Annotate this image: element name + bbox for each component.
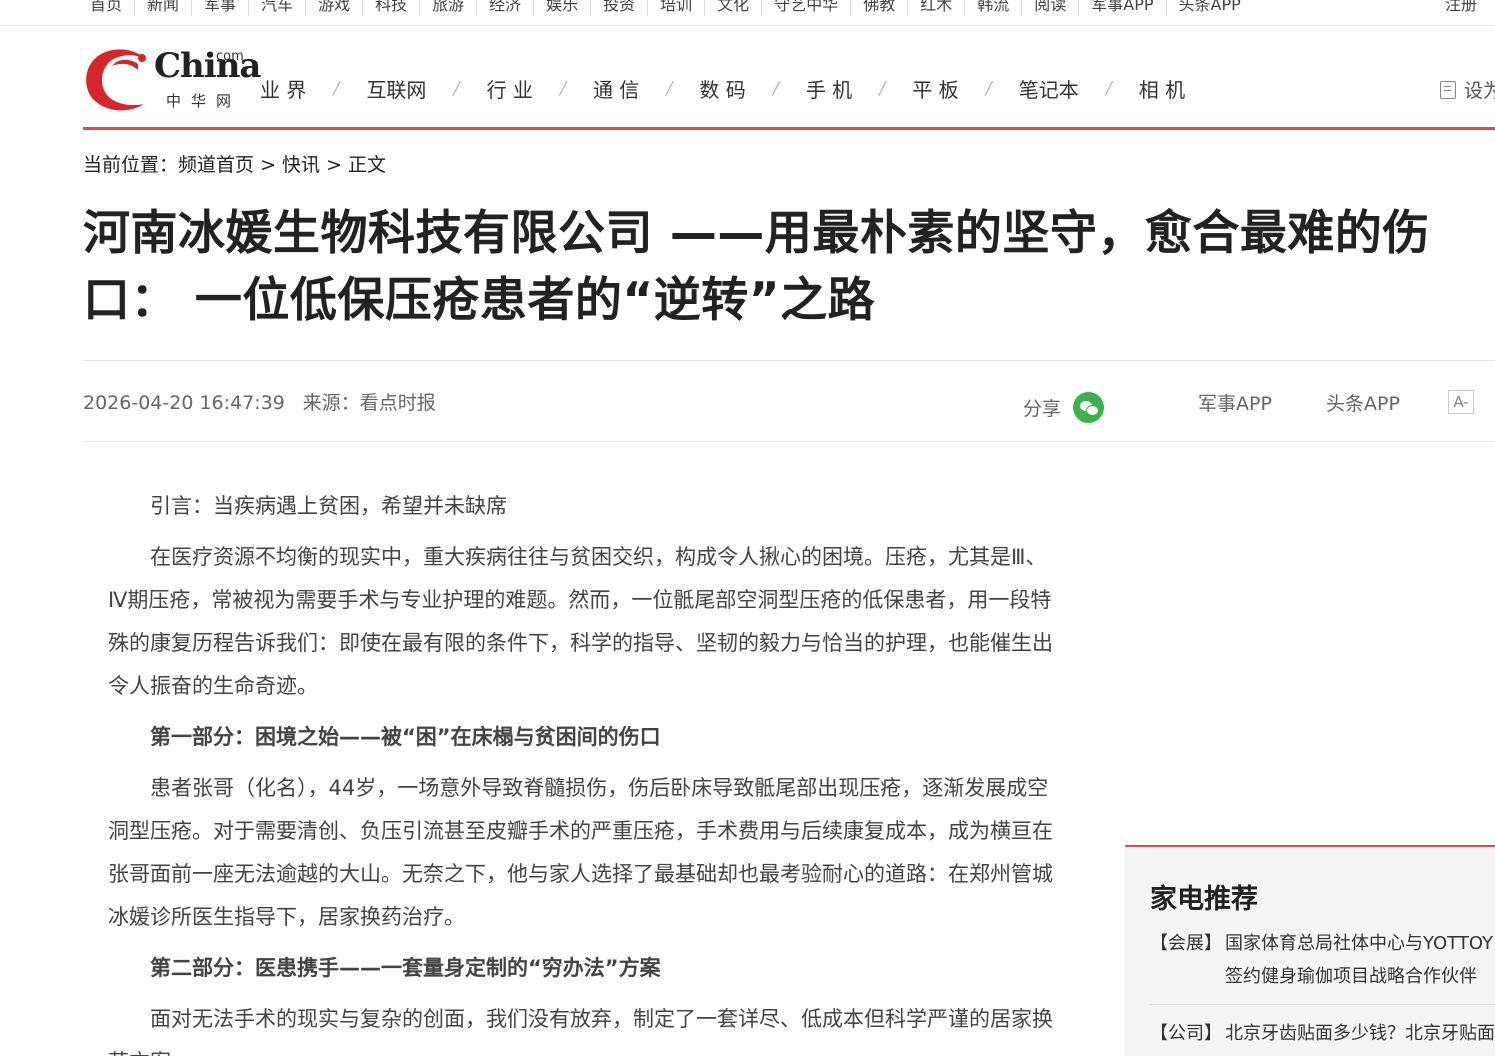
- article-paragraph: 患者张哥（化名），44岁，一场意外导致脊髓损伤，伤后卧床导致骶尾部出现压疮，逐渐…: [108, 776, 1053, 929]
- nav-separator: /: [453, 78, 460, 99]
- share-label: 分享: [1023, 398, 1062, 420]
- nav-separator: /: [985, 78, 992, 99]
- logo-com-text: com: [216, 49, 244, 64]
- main-nav-item[interactable]: 平 板: [912, 74, 958, 103]
- article-meta: 2026-04-20 16:47:39 来源：看点时报: [83, 388, 436, 415]
- logo-swoosh-icon: [86, 49, 146, 111]
- title-divider: [83, 360, 1495, 361]
- top-nav-item[interactable]: 首页: [74, 0, 134, 16]
- nav-separator: /: [1105, 78, 1112, 99]
- top-nav-item[interactable]: 佛教: [850, 0, 907, 16]
- wechat-icon[interactable]: [1073, 392, 1105, 423]
- article-section-heading: 第二部分：医患携手——一套量身定制的“穷办法”方案: [150, 956, 661, 980]
- breadcrumb-section-link[interactable]: 快讯: [282, 154, 320, 176]
- top-nav-item[interactable]: 旅游: [419, 0, 476, 16]
- top-nav-item[interactable]: 科技: [362, 0, 419, 16]
- top-nav-item[interactable]: 游戏: [305, 0, 362, 16]
- register-link[interactable]: 注册: [1445, 0, 1477, 16]
- sidebar-recommend: 家电推荐 【会展】 国家体育总局社体中心与YOTTOY签约健身瑜伽项目战略合作伙…: [1125, 845, 1495, 1056]
- main-nav-item[interactable]: 手 机: [806, 74, 852, 103]
- article-paragraph: 引言：当疾病遇上贫困，希望并未缺席: [150, 494, 507, 518]
- main-nav-item[interactable]: 行 业: [487, 74, 533, 103]
- main-nav-item[interactable]: 通 信: [593, 74, 639, 103]
- top-nav-item[interactable]: 韩流: [964, 0, 1021, 16]
- article-source: 来源：看点时报: [302, 392, 436, 414]
- sidebar-divider: [1150, 1004, 1495, 1005]
- top-nav-bar: 首页 新闻 军事 汽车 游戏 科技 旅游 经济 娱乐 投资 培训 文化 守艺中华 佛教 红木 韩流 阅读 军事AP…: [0, 0, 1495, 26]
- sidebar-title: 家电推荐: [1150, 884, 1258, 915]
- main-nav-item[interactable]: 笔记本: [1019, 74, 1079, 103]
- article-datetime: 2026-04-20 16:47:39: [83, 392, 285, 414]
- breadcrumb-home-link[interactable]: 频道首页: [178, 154, 254, 176]
- site-logo[interactable]: China com 中华网: [82, 44, 261, 114]
- nav-separator: /: [333, 78, 340, 99]
- header-divider: [83, 127, 1495, 130]
- breadcrumb-current: 正文: [348, 154, 387, 176]
- top-nav-item[interactable]: 头条APP: [1165, 0, 1253, 16]
- breadcrumb-prefix: 当前位置：: [83, 154, 179, 176]
- nav-separator: /: [666, 78, 673, 99]
- top-nav-item[interactable]: 阅读: [1021, 0, 1078, 16]
- bookmark-icon: [1440, 80, 1456, 99]
- sidebar-entry-tag: 【公司】: [1150, 1023, 1222, 1044]
- sidebar-entry-link[interactable]: 北京牙齿贴面多少钱？北京牙贴面选: [1225, 1023, 1495, 1044]
- top-nav-item[interactable]: 文化: [704, 0, 761, 16]
- main-nav-item[interactable]: 相 机: [1139, 74, 1185, 103]
- meta-divider: [83, 441, 1495, 442]
- article-paragraph: 在医疗资源不均衡的现实中，重大疾病往往与贫困交织，构成令人揪心的困境。压疮，尤其…: [108, 545, 1053, 698]
- article-body: 引言：当疾病遇上贫困，希望并未缺席在医疗资源不均衡的现实中，重大疾病往往与贫困交…: [108, 485, 1060, 1056]
- breadcrumb-sep: >: [320, 154, 349, 176]
- breadcrumb: 当前位置：频道首页 > 快讯 > 正文: [83, 150, 386, 177]
- top-nav-item[interactable]: 投资: [590, 0, 647, 16]
- sidebar-entry[interactable]: 【公司】 北京牙齿贴面多少钱？北京牙贴面选: [1150, 1017, 1495, 1050]
- breadcrumb-sep: >: [254, 154, 283, 176]
- set-homepage-link[interactable]: 设为: [1440, 76, 1495, 103]
- top-nav-items: 首页 新闻 军事 汽车 游戏 科技 旅游 经济 娱乐 投资 培训 文化 守艺中华 佛教 红木 韩流 阅读 军事AP…: [74, 0, 1253, 16]
- sidebar-entry-link[interactable]: 国家体育总局社体中心与YOTTOY签约健身瑜伽项目战略合作伙伴: [1225, 933, 1493, 987]
- nav-separator: /: [879, 78, 886, 99]
- article-section-heading: 第一部分：困境之始——被“困”在床榻与贫困间的伤口: [150, 725, 661, 749]
- set-homepage-label: 设为: [1464, 80, 1495, 102]
- top-nav-item[interactable]: 军事APP: [1078, 0, 1165, 16]
- nav-separator: /: [772, 78, 779, 99]
- top-nav-item[interactable]: 军事: [191, 0, 248, 16]
- top-nav-item[interactable]: 汽车: [248, 0, 305, 16]
- top-nav-item[interactable]: 培训: [647, 0, 704, 16]
- top-nav-item[interactable]: 红木: [907, 0, 964, 16]
- sidebar-entry-tag: 【会展】: [1150, 933, 1222, 954]
- top-nav-item[interactable]: 经济: [476, 0, 533, 16]
- logo-brand-text: China: [154, 46, 261, 86]
- main-nav-item[interactable]: 数 码: [699, 74, 745, 103]
- main-nav: 业 界 / 互联网 / 行 业 / 通 信 / 数 码 / 手 机 / 平 板 / 笔记本 / 相 机: [260, 74, 1185, 103]
- share-area: 分享: [1023, 392, 1105, 423]
- headline-app-link[interactable]: 头条APP: [1326, 389, 1400, 416]
- logo-cn-text: 中华网: [166, 92, 242, 110]
- top-nav-item[interactable]: 娱乐: [533, 0, 590, 16]
- article-title: 河南冰媛生物科技有限公司 ——用最朴素的坚守，愈合最难的伤口： 一位低保压疮患者…: [83, 206, 1430, 328]
- top-nav-item[interactable]: 守艺中华: [761, 0, 850, 16]
- main-nav-item[interactable]: 业 界: [260, 74, 306, 103]
- nav-separator: /: [559, 78, 566, 99]
- article-paragraph: 面对无法手术的现实与复杂的创面，我们没有放弃，制定了一套详尽、低成本但科学严谨的…: [108, 1007, 1053, 1056]
- main-nav-item[interactable]: 互联网: [366, 74, 426, 103]
- military-app-link[interactable]: 军事APP: [1198, 389, 1272, 416]
- top-nav-item[interactable]: 新闻: [134, 0, 191, 16]
- font-size-button[interactable]: A-: [1448, 390, 1474, 414]
- sidebar-entry[interactable]: 【会展】 国家体育总局社体中心与YOTTOY签约健身瑜伽项目战略合作伙伴: [1150, 927, 1495, 987]
